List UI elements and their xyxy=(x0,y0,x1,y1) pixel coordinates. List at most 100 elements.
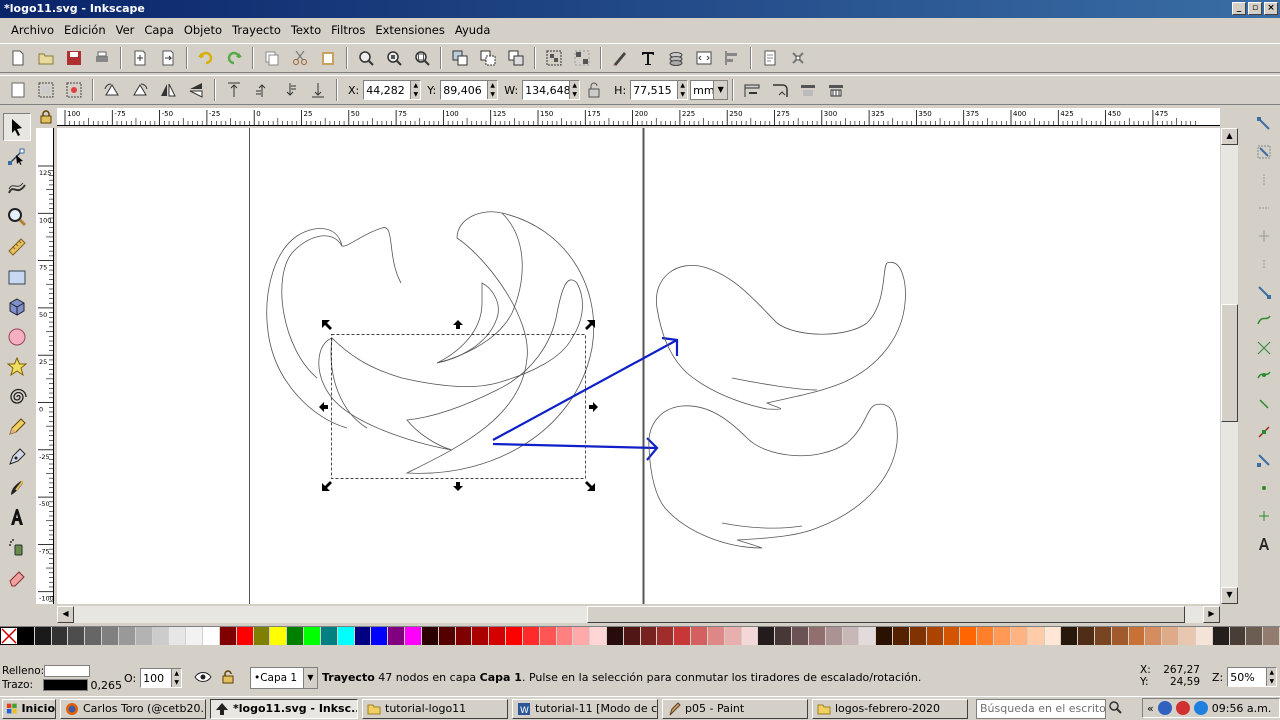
snap-smooth-nodes-icon[interactable] xyxy=(1253,365,1275,387)
menu-objeto[interactable]: Objeto xyxy=(179,20,227,40)
eye-icon[interactable] xyxy=(194,671,212,686)
palette-swatch[interactable] xyxy=(388,627,406,645)
scroll-down-button[interactable]: ▼ xyxy=(1221,587,1238,604)
palette-swatch[interactable] xyxy=(438,627,456,645)
horizontal-scroll-thumb[interactable] xyxy=(587,606,1185,623)
document-properties-icon[interactable] xyxy=(758,46,782,70)
palette-swatch[interactable] xyxy=(1145,627,1163,645)
palette-swatch[interactable] xyxy=(1246,627,1264,645)
scale-corners-icon[interactable] xyxy=(768,78,792,102)
palette-swatch[interactable] xyxy=(51,627,69,645)
palette-swatch[interactable] xyxy=(18,627,35,645)
palette-swatch[interactable] xyxy=(640,627,658,645)
drawing-canvas[interactable] xyxy=(57,128,1220,604)
tray-expand-icon[interactable]: « xyxy=(1147,702,1154,715)
export-icon[interactable] xyxy=(156,46,180,70)
palette-swatch[interactable] xyxy=(152,627,170,645)
zoom-field[interactable]: ▲▼ xyxy=(1227,667,1278,687)
palette-swatch[interactable] xyxy=(943,627,961,645)
palette-swatch[interactable] xyxy=(135,627,153,645)
palette-swatch[interactable] xyxy=(758,627,776,645)
guide-lock-icon[interactable] xyxy=(36,108,56,126)
palette-swatch[interactable] xyxy=(960,627,978,645)
duplicate-icon[interactable] xyxy=(448,46,472,70)
maximize-button[interactable]: ▫ xyxy=(1248,2,1262,15)
palette-swatch[interactable] xyxy=(825,627,843,645)
palette-swatch[interactable] xyxy=(808,627,826,645)
flip-horizontal-icon[interactable] xyxy=(156,78,180,102)
palette-swatch[interactable] xyxy=(792,627,809,645)
layers-icon[interactable] xyxy=(664,46,688,70)
task-paint[interactable]: p05 - Paint xyxy=(662,698,808,719)
spray-tool[interactable] xyxy=(3,533,31,561)
layer-lock-icon[interactable] xyxy=(222,669,234,687)
palette-swatch[interactable] xyxy=(893,627,910,645)
x-field[interactable]: ▲▼ xyxy=(363,80,422,100)
fill-stroke-icon[interactable] xyxy=(608,46,632,70)
zoom-input[interactable] xyxy=(1228,668,1267,686)
pencil-tool[interactable] xyxy=(3,413,31,441)
y-field[interactable]: ▲▼ xyxy=(440,80,499,100)
3d-box-tool[interactable] xyxy=(3,293,31,321)
palette-swatch[interactable] xyxy=(287,627,305,645)
cut-icon[interactable] xyxy=(288,46,312,70)
align-distribute-icon[interactable] xyxy=(720,46,744,70)
palette-swatch[interactable] xyxy=(1061,627,1079,645)
no-paint-swatch[interactable] xyxy=(0,627,18,645)
measure-tool[interactable] xyxy=(3,233,31,261)
unit-select[interactable]: mm ▼ xyxy=(690,80,729,100)
palette-swatch[interactable] xyxy=(320,627,338,645)
text-font-icon[interactable] xyxy=(636,46,660,70)
snap-text-baseline-icon[interactable] xyxy=(1253,533,1275,555)
menu-trayecto[interactable]: Trayecto xyxy=(227,20,286,40)
menu-ver[interactable]: Ver xyxy=(111,20,140,40)
snap-paths-icon[interactable] xyxy=(1253,309,1275,331)
vertical-ruler[interactable]: 1251007550250-25-50-75-100-125 xyxy=(36,128,54,604)
palette-swatch[interactable] xyxy=(236,627,254,645)
eraser-tool[interactable] xyxy=(3,563,31,591)
palette-swatch[interactable] xyxy=(909,627,927,645)
palette-swatch[interactable] xyxy=(1229,627,1247,645)
snap-bbox-edges-icon[interactable] xyxy=(1253,169,1275,191)
palette-swatch[interactable] xyxy=(506,627,523,645)
raise-icon[interactable] xyxy=(250,78,274,102)
rotate-ccw-icon[interactable] xyxy=(100,78,124,102)
palette-swatch[interactable] xyxy=(876,627,894,645)
palette-swatch[interactable] xyxy=(354,627,372,645)
palette-swatch[interactable] xyxy=(573,627,591,645)
stroke-width[interactable]: 0,265 xyxy=(91,679,123,692)
y-input[interactable] xyxy=(441,81,488,99)
palette-swatch[interactable] xyxy=(1027,627,1045,645)
ungroup-icon[interactable] xyxy=(570,46,594,70)
palette-swatch[interactable] xyxy=(539,627,557,645)
palette-swatch[interactable] xyxy=(707,627,725,645)
palette-swatch[interactable] xyxy=(623,627,641,645)
palette-swatch[interactable] xyxy=(1044,627,1062,645)
palette-swatch[interactable] xyxy=(253,627,271,645)
snap-midpoints-icon[interactable] xyxy=(1253,393,1275,415)
copy-icon[interactable] xyxy=(260,46,284,70)
snap-others-icon[interactable] xyxy=(1253,449,1275,471)
horizontal-ruler[interactable]: 100 -75 -50 -25 0 25 50 75 100 125 150 175 200 225 250… xyxy=(57,108,1220,126)
palette-swatch[interactable] xyxy=(1010,627,1028,645)
palette-swatch[interactable] xyxy=(674,627,692,645)
deselect-icon[interactable] xyxy=(62,78,86,102)
gmail-icon[interactable] xyxy=(1175,701,1190,715)
zoom-selection-icon[interactable] xyxy=(354,46,378,70)
rotate-cw-icon[interactable] xyxy=(128,78,152,102)
menu-extensiones[interactable]: Extensiones xyxy=(370,20,450,40)
palette-swatch[interactable] xyxy=(1111,627,1129,645)
palette-swatch[interactable] xyxy=(169,627,187,645)
palette-swatch[interactable] xyxy=(994,627,1011,645)
task-inkscape[interactable]: *logo11.svg - Inksc... xyxy=(210,698,358,719)
task-folder-tutorial[interactable]: tutorial-logo11 xyxy=(362,698,508,719)
menu-archivo[interactable]: Archivo xyxy=(6,20,59,40)
xml-editor-icon[interactable] xyxy=(692,46,716,70)
horizontal-scrollbar[interactable]: ◀ ▶ xyxy=(57,606,1220,623)
fill-stroke-indicator[interactable]: Relleno: Trazo: 0,265 xyxy=(2,664,122,694)
palette-swatch[interactable] xyxy=(405,627,422,645)
close-button[interactable]: × xyxy=(1264,2,1278,15)
palette-swatch[interactable] xyxy=(1078,627,1095,645)
task-folder-logos[interactable]: logos-febrero-2020 xyxy=(812,698,968,719)
print-icon[interactable] xyxy=(90,46,114,70)
